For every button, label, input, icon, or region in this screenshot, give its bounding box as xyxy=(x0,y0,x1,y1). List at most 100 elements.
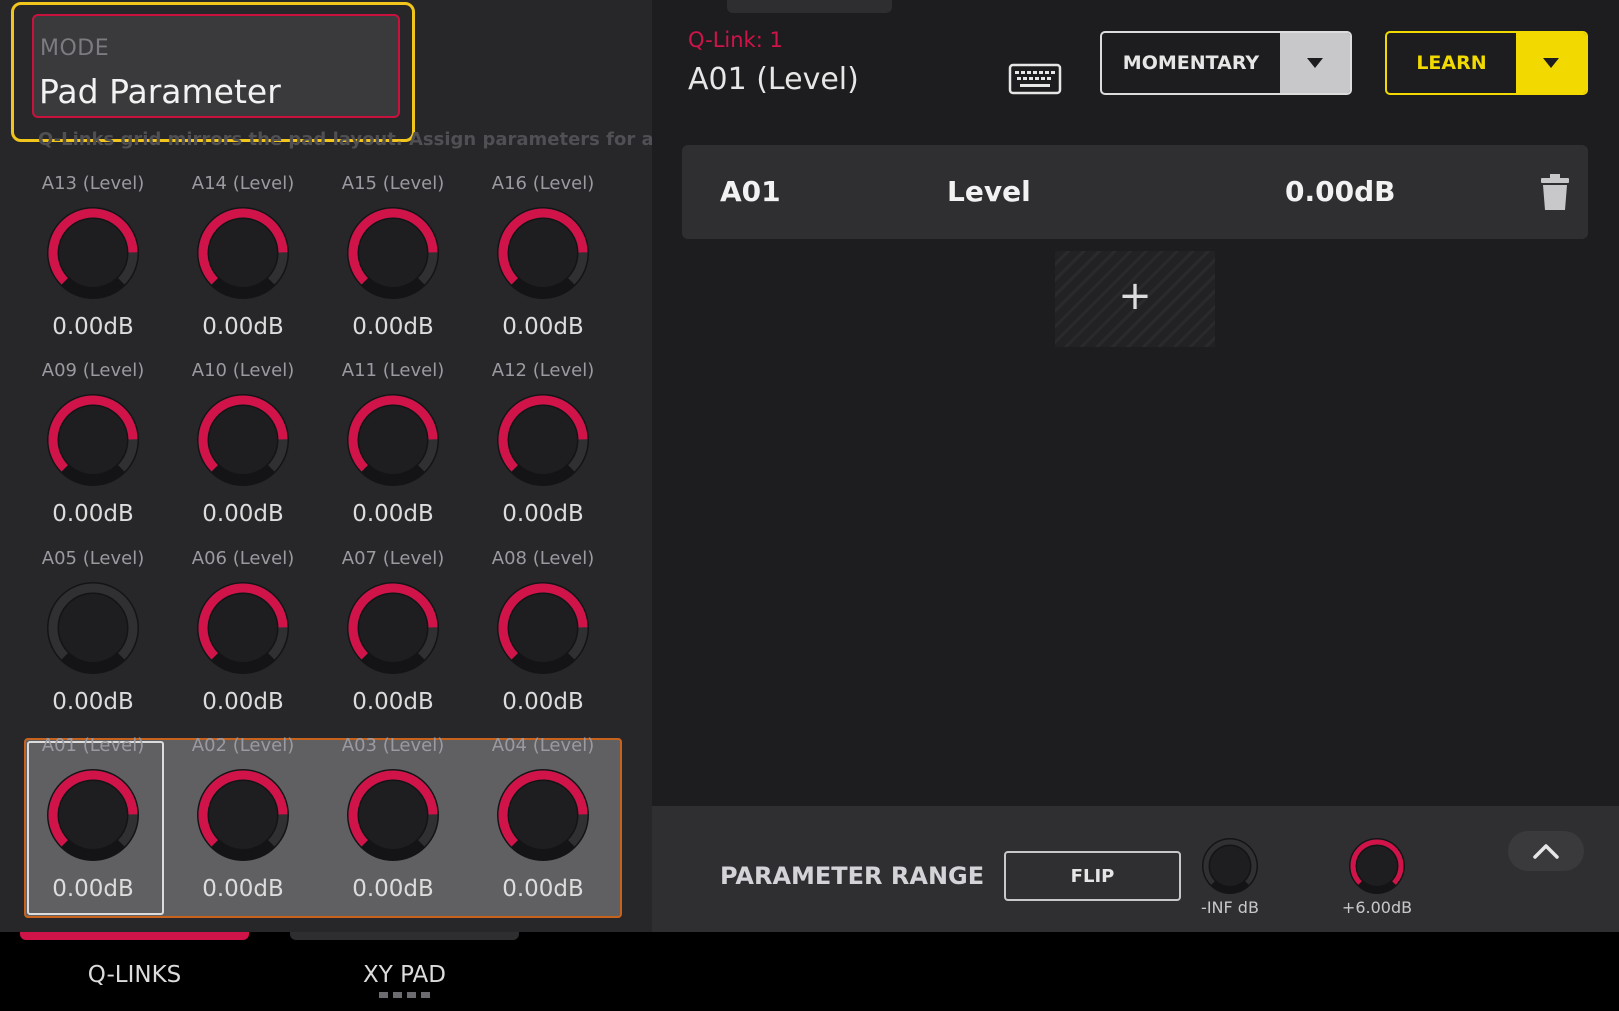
knob-dial[interactable] xyxy=(43,765,143,865)
qlink-knob-cell[interactable]: A07 (Level) 0.00dB xyxy=(317,548,469,718)
learn-dropdown[interactable]: LEARN xyxy=(1385,31,1588,95)
qlinks-grid-panel: MODE Pad Parameter Q-Links grid mirrors … xyxy=(0,0,748,932)
knob-label: A06 (Level) xyxy=(191,548,295,569)
knob-value: 0.00dB xyxy=(52,501,134,527)
add-assignment-button[interactable]: + xyxy=(1055,251,1215,347)
knob-dial[interactable] xyxy=(343,765,443,865)
tab-qlinks-indicator xyxy=(20,932,249,940)
knob-value: 0.00dB xyxy=(352,689,434,715)
knob-dial[interactable] xyxy=(193,765,293,865)
keyboard-button[interactable] xyxy=(1008,62,1062,96)
qlink-knob-cell[interactable]: A11 (Level) 0.00dB xyxy=(317,360,469,530)
knob-value: 0.00dB xyxy=(352,501,434,527)
qlink-knob-cell[interactable]: A10 (Level) 0.00dB xyxy=(167,360,319,530)
plus-icon: + xyxy=(1118,273,1152,319)
knob-label: A03 (Level) xyxy=(341,735,445,756)
mode-selector[interactable]: MODE Pad Parameter xyxy=(32,14,400,118)
assignment-parameter: Level xyxy=(947,175,1031,208)
qlink-knob-cell[interactable]: A01 (Level) 0.00dB xyxy=(17,735,169,905)
knob-dial[interactable] xyxy=(493,578,593,678)
flip-button[interactable]: FLIP xyxy=(1004,851,1181,901)
chevron-down-icon xyxy=(1543,58,1559,68)
momentary-dropdown[interactable]: MOMENTARY xyxy=(1100,31,1352,95)
qlink-name: A01 (Level) xyxy=(688,62,859,97)
qlink-knob-cell[interactable]: A08 (Level) 0.00dB xyxy=(467,548,619,718)
chevron-down-icon xyxy=(1307,58,1323,68)
knob-label: A09 (Level) xyxy=(41,360,145,381)
tab-xy-pad-indicator xyxy=(290,932,519,940)
knob-label: A01 (Level) xyxy=(41,735,145,756)
qlink-detail-panel: Q-Link: 1 A01 (Level) MOMENTARY LEARN A0… xyxy=(652,0,1619,932)
delete-assignment-button[interactable] xyxy=(1540,173,1570,211)
parameter-range-bar: PARAMETER RANGE FLIP -INF dB +6.00dB xyxy=(652,806,1619,932)
mode-label: MODE xyxy=(40,36,110,61)
knob-dial[interactable] xyxy=(193,203,293,303)
knob-dial[interactable] xyxy=(43,578,143,678)
range-max-label: +6.00dB xyxy=(1341,898,1413,917)
bottom-tab-bar: Q-LINKS XY PAD xyxy=(0,932,1619,1011)
app-root: MODE Pad Parameter Q-Links grid mirrors … xyxy=(0,0,1619,1011)
knob-dial[interactable] xyxy=(43,390,143,490)
learn-arrow[interactable] xyxy=(1516,33,1586,93)
tab-qlinks[interactable]: Q-LINKS xyxy=(20,962,249,988)
knob-label: A12 (Level) xyxy=(491,360,595,381)
collapse-button[interactable] xyxy=(1508,831,1584,871)
knob-dial[interactable] xyxy=(43,203,143,303)
knob-value: 0.00dB xyxy=(502,501,584,527)
assignment-pad: A01 xyxy=(720,175,781,208)
knob-label: A02 (Level) xyxy=(191,735,295,756)
knob-dial[interactable] xyxy=(193,390,293,490)
trash-icon xyxy=(1541,174,1569,210)
knob-dial[interactable] xyxy=(193,578,293,678)
knob-value: 0.00dB xyxy=(502,876,584,902)
mode-hint-text: Q-Links grid mirrors the pad layout. Ass… xyxy=(38,129,749,150)
range-min-knob[interactable] xyxy=(1200,836,1260,896)
range-max-knob[interactable] xyxy=(1347,836,1407,896)
qlink-knob-cell[interactable]: A16 (Level) 0.00dB xyxy=(467,173,619,343)
knob-value: 0.00dB xyxy=(52,689,134,715)
qlink-knob-cell[interactable]: A14 (Level) 0.00dB xyxy=(167,173,319,343)
xy-pad-page-dots xyxy=(379,992,430,998)
chevron-up-icon xyxy=(1533,844,1559,859)
knob-value: 0.00dB xyxy=(202,876,284,902)
knob-label: A05 (Level) xyxy=(41,548,145,569)
knob-label: A04 (Level) xyxy=(491,735,595,756)
qlink-knob-cell[interactable]: A15 (Level) 0.00dB xyxy=(317,173,469,343)
knob-dial[interactable] xyxy=(493,203,593,303)
learn-label: LEARN xyxy=(1416,52,1487,74)
knob-value: 0.00dB xyxy=(202,501,284,527)
knob-label: A10 (Level) xyxy=(191,360,295,381)
knob-value: 0.00dB xyxy=(52,876,134,902)
range-min-label: -INF dB xyxy=(1201,898,1259,917)
qlink-knob-cell[interactable]: A04 (Level) 0.00dB xyxy=(467,735,619,905)
knob-dial[interactable] xyxy=(493,390,593,490)
knob-value: 0.00dB xyxy=(502,689,584,715)
knob-value: 0.00dB xyxy=(352,876,434,902)
assignment-row[interactable]: A01 Level 0.00dB xyxy=(682,145,1588,239)
knob-label: A16 (Level) xyxy=(491,173,595,194)
qlink-knob-cell[interactable]: A13 (Level) 0.00dB xyxy=(17,173,169,343)
knob-label: A14 (Level) xyxy=(191,173,295,194)
assignment-value: 0.00dB xyxy=(1285,175,1396,208)
knob-label: A13 (Level) xyxy=(41,173,145,194)
knob-value: 0.00dB xyxy=(352,314,434,340)
mode-value: Pad Parameter xyxy=(39,72,281,111)
knob-value: 0.00dB xyxy=(502,314,584,340)
qlink-knob-cell[interactable]: A06 (Level) 0.00dB xyxy=(167,548,319,718)
knob-label: A15 (Level) xyxy=(341,173,445,194)
knob-label: A11 (Level) xyxy=(341,360,445,381)
qlink-knob-cell[interactable]: A03 (Level) 0.00dB xyxy=(317,735,469,905)
knob-dial[interactable] xyxy=(343,203,443,303)
knob-dial[interactable] xyxy=(493,765,593,865)
knob-value: 0.00dB xyxy=(52,314,134,340)
momentary-arrow[interactable] xyxy=(1280,33,1350,93)
knob-dial[interactable] xyxy=(343,578,443,678)
parameter-range-title: PARAMETER RANGE xyxy=(720,862,985,890)
qlink-knob-cell[interactable]: A09 (Level) 0.00dB xyxy=(17,360,169,530)
qlink-knob-cell[interactable]: A02 (Level) 0.00dB xyxy=(167,735,319,905)
qlink-knob-cell[interactable]: A12 (Level) 0.00dB xyxy=(467,360,619,530)
tab-xy-pad[interactable]: XY PAD xyxy=(290,962,519,988)
qlink-knob-cell[interactable]: A05 (Level) 0.00dB xyxy=(17,548,169,718)
top-tab-handle[interactable] xyxy=(727,0,892,13)
knob-dial[interactable] xyxy=(343,390,443,490)
